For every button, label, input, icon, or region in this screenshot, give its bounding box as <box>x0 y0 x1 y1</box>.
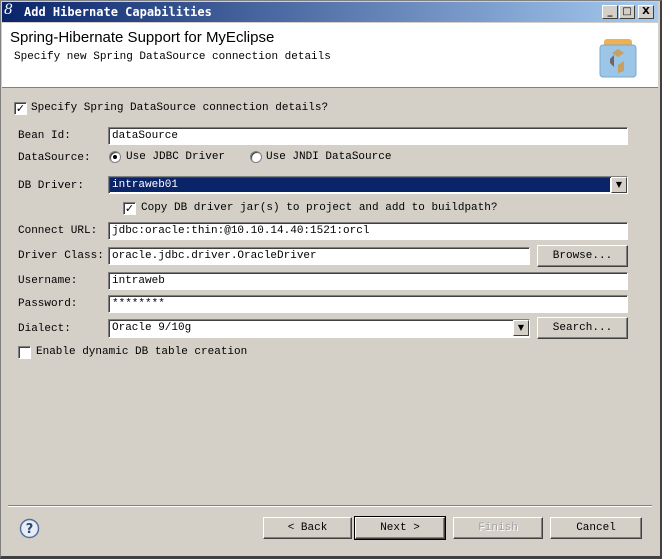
db-driver-select[interactable]: intraweb01 <box>108 176 628 194</box>
copy-jars-checkbox[interactable]: ✓ <box>123 202 136 215</box>
dialect-label: Dialect: <box>18 323 71 335</box>
search-button[interactable]: Search... <box>537 317 628 339</box>
finish-button[interactable]: Finish <box>453 517 543 539</box>
specify-datasource-checkbox[interactable]: ✓ <box>14 102 27 115</box>
db-driver-value: intraweb01 <box>110 178 610 192</box>
svg-text:?: ? <box>26 522 34 537</box>
password-label: Password: <box>18 298 78 310</box>
enable-dynamic-table-checkbox[interactable] <box>18 346 31 359</box>
username-input[interactable]: intraweb <box>108 272 628 290</box>
connect-url-input[interactable]: jdbc:oracle:thin:@10.10.14.40:1521:orcl <box>108 222 628 240</box>
use-jndi-label: Use JNDI DataSource <box>266 151 392 163</box>
close-button[interactable]: X <box>638 5 654 19</box>
chevron-down-icon[interactable]: ▼ <box>513 320 529 336</box>
username-label: Username: <box>18 275 78 287</box>
page-title: Spring-Hibernate Support for MyEclipse <box>10 29 275 46</box>
window-title: Add Hibernate Capabilities <box>24 5 212 19</box>
cancel-button[interactable]: Cancel <box>550 517 642 539</box>
use-jndi-radio[interactable] <box>250 151 262 163</box>
maximize-button[interactable]: □ <box>619 5 635 19</box>
password-input[interactable]: ******** <box>108 295 628 313</box>
help-icon[interactable]: ? <box>19 518 40 539</box>
datasource-label: DataSource: <box>18 152 91 164</box>
driver-class-label: Driver Class: <box>18 250 104 262</box>
app-icon: 8 <box>4 2 13 18</box>
bean-id-label: Bean Id: <box>18 130 71 142</box>
back-button[interactable]: < Back <box>263 517 352 539</box>
hibernate-folder-icon <box>599 39 637 78</box>
use-jdbc-label: Use JDBC Driver <box>126 151 226 163</box>
db-driver-label: DB Driver: <box>18 180 85 192</box>
footer-divider <box>8 505 652 507</box>
browse-button[interactable]: Browse... <box>537 245 628 267</box>
next-button[interactable]: Next > <box>354 516 446 540</box>
wizard-header: Spring-Hibernate Support for MyEclipse S… <box>2 23 658 88</box>
use-jdbc-radio[interactable] <box>109 151 121 163</box>
enable-dynamic-table-label: Enable dynamic DB table creation <box>36 346 248 358</box>
page-subtitle: Specify new Spring DataSource connection… <box>14 51 331 63</box>
driver-class-input[interactable]: oracle.jdbc.driver.OracleDriver <box>108 247 530 265</box>
connect-url-label: Connect URL: <box>18 225 98 237</box>
specify-datasource-label: Specify Spring DataSource connection det… <box>31 102 329 114</box>
copy-jars-label: Copy DB driver jar(s) to project and add… <box>141 202 498 214</box>
dialect-select[interactable]: Oracle 9/10g <box>108 319 530 338</box>
bean-id-input[interactable]: dataSource <box>108 127 628 145</box>
chevron-down-icon[interactable]: ▼ <box>611 177 627 193</box>
minimize-button[interactable]: _ <box>602 5 618 19</box>
title-bar[interactable]: Add Hibernate Capabilities <box>2 2 658 22</box>
